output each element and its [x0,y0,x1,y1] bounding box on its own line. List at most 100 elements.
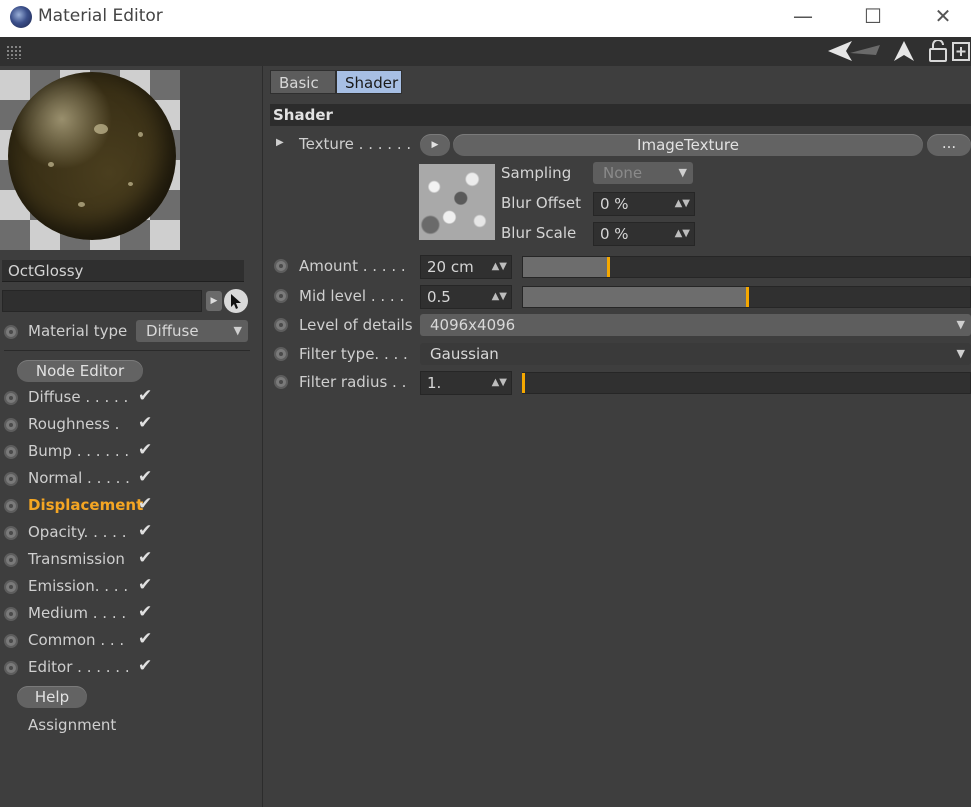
channel-radio[interactable] [4,499,18,513]
channel-radio[interactable] [4,553,18,567]
material-preview-sphere [8,72,176,240]
checkmark-icon[interactable]: ✔ [138,602,152,622]
spinner-arrows-icon[interactable]: ▲▼ [675,193,690,215]
blur-offset-value: 0 % [600,195,629,213]
amount-slider-handle[interactable] [606,257,610,277]
cinema4d-app-icon [10,6,32,28]
texture-more-button[interactable]: ... [927,134,971,156]
material-name-field[interactable]: OctGlossy [2,260,244,282]
filter-type-dropdown[interactable]: Gaussian ▼ [420,343,971,365]
filter-type-radio[interactable] [274,347,288,361]
checkmark-icon[interactable]: ✔ [138,575,152,595]
navigate-arrow-icon[interactable] [892,40,916,68]
search-input[interactable] [2,290,202,312]
checkmark-icon[interactable]: ✔ [138,494,152,514]
help-button[interactable]: Help [17,686,87,708]
channel-label: Bump . . . . . . [28,442,130,460]
mid-level-row: Mid level . . . . 0.5 ▲▼ [270,285,971,311]
spinner-arrows-icon[interactable]: ▲▼ [675,223,690,245]
expand-triangle-icon[interactable]: ▶ [276,137,284,148]
checkmark-icon[interactable]: ✔ [138,656,152,676]
checkmark-icon[interactable]: ✔ [138,521,152,541]
blur-scale-field[interactable]: 0 % ▲▼ [593,222,695,246]
material-type-dropdown[interactable]: Diffuse ▼ [136,320,248,342]
level-of-details-radio[interactable] [274,318,288,332]
material-type-label: Material type [28,322,128,340]
chevron-down-icon: ▼ [233,324,242,337]
channel-radio[interactable] [4,634,18,648]
grip-handle-icon[interactable] [6,45,22,59]
level-of-details-value: 4096x4096 [430,316,516,334]
texture-thumbnail[interactable] [419,164,495,240]
spinner-arrows-icon[interactable]: ▲▼ [492,372,507,394]
sampling-dropdown[interactable]: None ▼ [593,162,693,184]
node-editor-button[interactable]: Node Editor [17,360,143,382]
tab-basic[interactable]: Basic [270,70,336,94]
filter-radius-slider-handle[interactable] [522,373,525,393]
back-arrow-icon[interactable] [826,39,882,69]
section-header-shader: Shader [270,104,971,126]
channel-radio[interactable] [4,472,18,486]
blur-offset-field[interactable]: 0 % ▲▼ [593,192,695,216]
maximize-button[interactable]: ☐ [848,0,898,32]
material-type-value: Diffuse [146,322,199,340]
channel-radio[interactable] [4,580,18,594]
expand-arrow-button[interactable]: ▶ [206,291,222,311]
sampling-label: Sampling [501,164,572,182]
checkmark-icon[interactable]: ✔ [138,440,152,460]
filter-radius-field[interactable]: 1. ▲▼ [420,371,512,395]
mid-level-field[interactable]: 0.5 ▲▼ [420,285,512,309]
tab-shader[interactable]: Shader [336,70,402,94]
spinner-arrows-icon[interactable]: ▲▼ [492,286,507,308]
checkmark-icon[interactable]: ✔ [138,413,152,433]
blur-scale-label: Blur Scale [501,224,577,242]
amount-field[interactable]: 20 cm ▲▼ [420,255,512,279]
channel-label: Normal . . . . . [28,469,130,487]
material-preview[interactable] [0,70,180,250]
channel-radio[interactable] [4,607,18,621]
amount-radio[interactable] [274,259,288,273]
close-button[interactable]: ✕ [918,0,968,32]
blur-offset-label: Blur Offset [501,194,581,212]
channel-radio[interactable] [4,661,18,675]
mid-level-slider[interactable] [522,286,971,308]
amount-label: Amount . . . . . [299,257,406,275]
checkmark-icon[interactable]: ✔ [138,548,152,568]
channel-label: Transmission [28,550,125,568]
amount-slider-fill [523,257,608,277]
texture-label: Texture . . . . . . [299,135,412,153]
material-type-radio[interactable] [4,325,18,339]
picker-cursor-icon[interactable] [224,289,248,313]
channel-radio[interactable] [4,445,18,459]
lock-icon[interactable] [928,39,948,68]
mid-level-slider-handle[interactable] [745,287,749,307]
divider [4,350,250,351]
filter-radius-radio[interactable] [274,375,288,389]
spinner-arrows-icon[interactable]: ▲▼ [492,256,507,278]
texture-menu-button[interactable]: ▶ [420,134,450,156]
texture-shader-button[interactable]: ImageTexture [453,134,923,156]
filter-radius-slider[interactable] [522,372,971,394]
channel-radio[interactable] [4,391,18,405]
channel-radio[interactable] [4,418,18,432]
chevron-down-icon: ▼ [956,318,965,331]
level-of-details-label: Level of details [299,316,413,334]
attributes-panel: Basic Shader Shader ▶ Texture . . . . . … [263,66,971,807]
channel-label-active: Displacement [28,496,144,514]
channel-label: Roughness . [28,415,120,433]
assignment-link[interactable]: Assignment [28,716,116,734]
amount-slider[interactable] [522,256,971,278]
checkmark-icon[interactable]: ✔ [138,629,152,649]
filter-type-row: Filter type. . . . Gaussian ▼ [270,343,971,369]
mid-level-value: 0.5 [427,288,451,306]
level-of-details-dropdown[interactable]: 4096x4096 ▼ [420,314,971,336]
minimize-button[interactable]: — [778,0,828,32]
mid-level-radio[interactable] [274,289,288,303]
checkmark-icon[interactable]: ✔ [138,467,152,487]
material-panel: OctGlossy ▶ Material type Diffuse ▼ Node… [0,66,263,807]
new-window-icon[interactable] [952,40,970,68]
channel-radio[interactable] [4,526,18,540]
checkmark-icon[interactable]: ✔ [138,386,152,406]
channel-label: Editor . . . . . . [28,658,130,676]
level-of-details-row: Level of details 4096x4096 ▼ [270,314,971,340]
